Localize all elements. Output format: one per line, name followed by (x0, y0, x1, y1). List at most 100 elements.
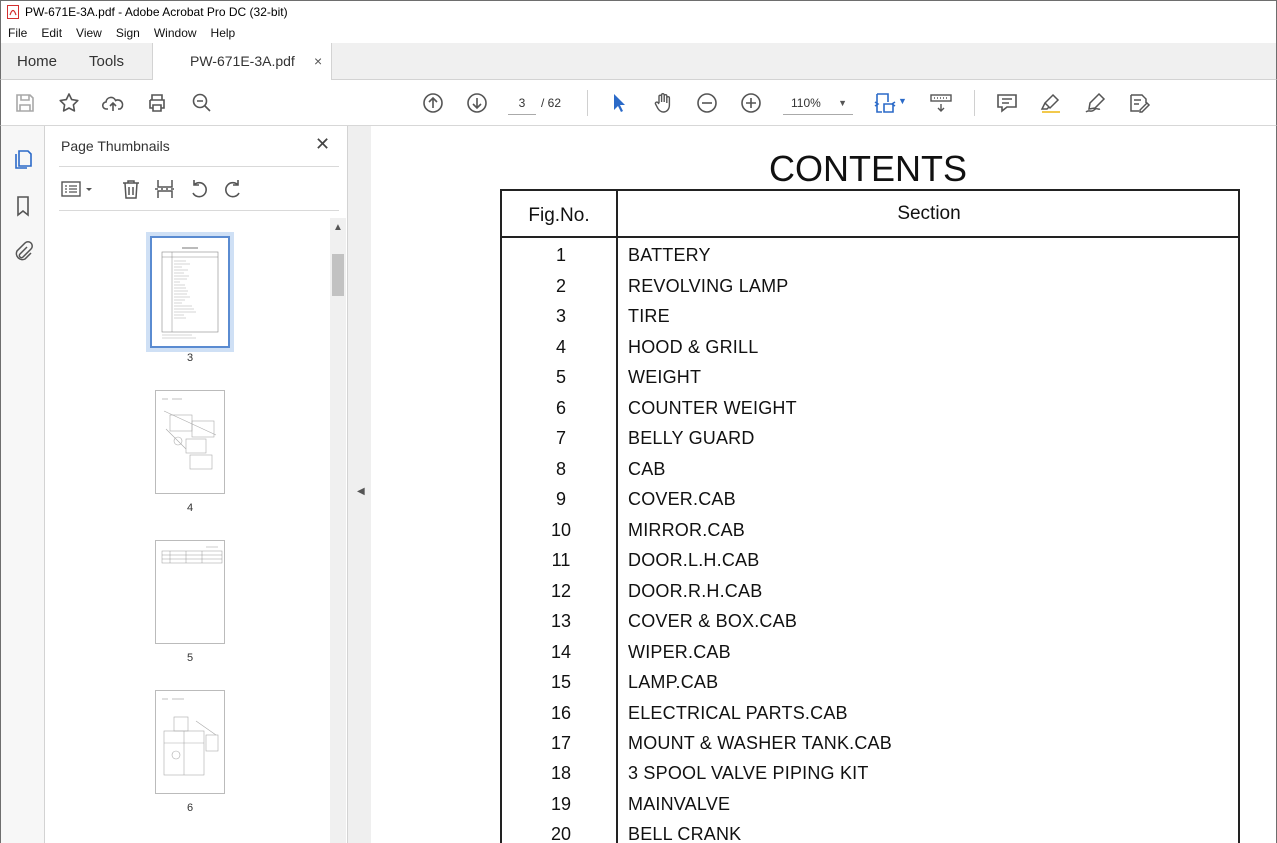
scroll-up-icon[interactable]: ▲ (333, 222, 343, 233)
fig-number: 13 (550, 611, 572, 631)
fig-number: 20 (550, 824, 572, 843)
fig-number: 3 (555, 306, 566, 326)
highlight-icon[interactable] (1039, 91, 1063, 115)
fig-number: 7 (555, 428, 566, 448)
table-row: 9 COVER.CAB (502, 489, 1240, 519)
zoom-search-icon[interactable] (190, 91, 214, 115)
split-page-icon[interactable] (154, 178, 176, 200)
zoom-out-icon[interactable] (695, 91, 719, 115)
table-row: 20 BELL CRANK (502, 824, 1240, 843)
menu-edit[interactable]: Edit (34, 26, 69, 40)
menu-view[interactable]: View (69, 26, 109, 40)
table-row: 8 CAB (502, 459, 1240, 489)
fig-number: 10 (550, 520, 572, 540)
section-name: MAINVALVE (628, 794, 731, 814)
acrobat-app-icon (7, 5, 19, 19)
page-fit-icon[interactable] (873, 91, 897, 115)
menu-help[interactable]: Help (204, 26, 243, 40)
section-name: COVER & BOX.CAB (628, 611, 798, 631)
menu-sign[interactable]: Sign (109, 26, 147, 40)
tab-bar: Home Tools PW-671E-3A.pdf × (0, 43, 1277, 80)
fill-sign-icon[interactable] (1127, 91, 1151, 115)
table-row: 11 DOOR.L.H.CAB (502, 550, 1240, 580)
section-name: TIRE (628, 306, 670, 326)
fig-number: 17 (550, 733, 572, 753)
thumbnail-page-4[interactable] (155, 390, 225, 494)
main-toolbar: ▼ (0, 80, 1277, 126)
panel-collapse-strip[interactable]: ◀ (347, 126, 371, 843)
scrollbar-thumb[interactable] (332, 254, 344, 296)
section-name: 3 SPOOL VALVE PIPING KIT (628, 763, 869, 783)
page-down-icon[interactable] (465, 91, 489, 115)
document-tab-label: PW-671E-3A.pdf (190, 53, 295, 69)
bookmark-icon[interactable] (12, 195, 34, 217)
contents-table: Fig.No. Section 1 BATTERY 2 REVOLVING LAMP… (500, 189, 1240, 843)
zoom-in-icon[interactable] (739, 91, 763, 115)
delete-page-icon[interactable] (120, 178, 142, 200)
rotate-left-icon[interactable] (188, 178, 210, 200)
section-name: DOOR.L.H.CAB (628, 550, 760, 570)
select-cursor-icon[interactable] (607, 91, 631, 115)
fig-number: 8 (555, 459, 566, 479)
upload-icon[interactable] (101, 91, 125, 115)
table-row: 15 LAMP.CAB (502, 672, 1240, 702)
page-fit-caret-icon[interactable]: ▼ (898, 96, 908, 106)
tab-home[interactable]: Home (17, 43, 57, 80)
sign-icon[interactable] (1083, 91, 1107, 115)
window-title: PW-671E-3A.pdf - Adobe Acrobat Pro DC (3… (25, 5, 288, 19)
toolbar-separator (587, 90, 588, 116)
page-thumbnails-panel: Page Thumbnails ✕ 3 4 5 6 ▲ (45, 126, 347, 843)
thumbnail-page-6[interactable] (155, 690, 225, 794)
thumbnail-options-icon[interactable] (61, 178, 95, 200)
thumbnail-label-3: 3 (186, 352, 194, 364)
save-icon[interactable] (13, 91, 37, 115)
menu-window[interactable]: Window (147, 26, 204, 40)
table-row: 7 BELLY GUARD (502, 428, 1240, 458)
star-icon[interactable] (57, 91, 81, 115)
tab-tools[interactable]: Tools (89, 43, 124, 80)
page-number-input[interactable]: 3 (508, 91, 536, 115)
section-name: BELLY GUARD (628, 428, 755, 448)
thumbnail-label-5: 5 (186, 652, 194, 664)
menu-bar: File Edit View Sign Window Help (0, 23, 1277, 43)
page-up-icon[interactable] (421, 91, 445, 115)
panel-close-icon[interactable]: ✕ (315, 134, 330, 155)
document-tab-close-icon[interactable]: × (314, 43, 322, 80)
page-thumbnails-icon[interactable] (12, 148, 34, 170)
fig-number: 2 (555, 276, 566, 296)
print-icon[interactable] (145, 91, 169, 115)
zoom-level-select[interactable]: 110% ▼ (783, 91, 853, 115)
zoom-caret-icon[interactable]: ▼ (838, 91, 847, 115)
fig-number: 12 (550, 581, 572, 601)
table-row: 19 MAINVALVE (502, 794, 1240, 824)
table-row: 17 MOUNT & WASHER TANK.CAB (502, 733, 1240, 763)
fig-number: 11 (551, 550, 571, 570)
collapse-panel-icon[interactable]: ◀ (357, 486, 365, 497)
table-row: 2 REVOLVING LAMP (502, 276, 1240, 306)
table-row: 4 HOOD & GRILL (502, 337, 1240, 367)
zoom-level-value: 110% (791, 96, 821, 110)
table-row: 1 BATTERY (502, 245, 1240, 275)
section-name: ELECTRICAL PARTS.CAB (628, 703, 848, 723)
table-row: 16 ELECTRICAL PARTS.CAB (502, 703, 1240, 733)
thumbnail-page-3[interactable] (146, 232, 234, 352)
section-name: DOOR.R.H.CAB (628, 581, 763, 601)
fig-number: 1 (555, 245, 566, 265)
thumbnails-scrollbar[interactable]: ▲ (330, 218, 346, 843)
tab-document[interactable]: PW-671E-3A.pdf × (152, 43, 332, 80)
fig-number: 9 (555, 489, 566, 509)
thumbnail-page-6-preview (162, 698, 219, 776)
hand-icon[interactable] (651, 91, 675, 115)
attachment-icon[interactable] (12, 240, 34, 262)
section-name: LAMP.CAB (628, 672, 719, 692)
table-row: 13 COVER & BOX.CAB (502, 611, 1240, 641)
section-name: BATTERY (628, 245, 711, 265)
thumbnail-page-5[interactable] (155, 540, 225, 644)
section-name: MOUNT & WASHER TANK.CAB (628, 733, 892, 753)
comment-icon[interactable] (995, 91, 1019, 115)
thumbnail-label-4: 4 (186, 502, 194, 514)
menu-file[interactable]: File (1, 26, 34, 40)
rotate-right-icon[interactable] (222, 178, 244, 200)
scroll-mode-icon[interactable] (929, 91, 953, 115)
document-view[interactable]: CONTENTS Fig.No. Section 1 BATTERY 2 REVOL… (371, 126, 1277, 843)
